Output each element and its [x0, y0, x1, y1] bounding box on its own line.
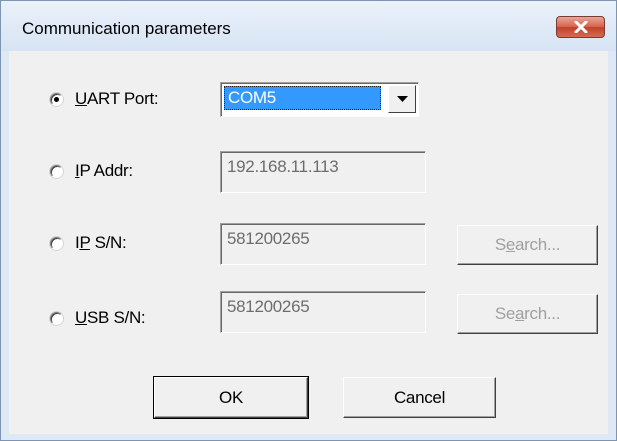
dialog-window: Communication parameters UART Port: COM5…: [0, 0, 617, 441]
label-ip-addr: IP Addr:: [75, 161, 133, 180]
uart-port-selected-value: COM5: [224, 86, 381, 110]
close-button[interactable]: [556, 16, 605, 38]
usb-sn-search-button[interactable]: Se a rch...: [457, 294, 598, 334]
radio-uart-port[interactable]: [50, 93, 63, 106]
radio-ip-sn[interactable]: [50, 237, 63, 250]
label-uart-port: UART Port:: [75, 89, 159, 108]
radio-usb-sn[interactable]: [50, 312, 63, 325]
ip-addr-field[interactable]: 192.168.11.113: [220, 151, 426, 193]
label-ip-sn: IP S/N:: [75, 233, 127, 252]
ip-sn-search-button[interactable]: Se arch...: [457, 225, 598, 265]
label-usb-sn: USB S/N:: [75, 308, 146, 327]
dialog-client-area: UART Port: COM5 IP Addr: 192.168.11.113 …: [9, 51, 608, 434]
cancel-button[interactable]: Cancel: [343, 377, 496, 418]
radio-ip-addr[interactable]: [50, 165, 63, 178]
ip-sn-field[interactable]: 581200265: [220, 223, 426, 265]
window-title: Communication parameters: [22, 19, 231, 38]
close-icon: [574, 21, 587, 33]
uart-port-combobox[interactable]: COM5: [220, 82, 419, 117]
radio-selected-dot: [54, 97, 59, 102]
ok-button[interactable]: OK: [153, 376, 309, 419]
usb-sn-field[interactable]: 581200265: [220, 291, 426, 333]
chevron-down-icon: [396, 96, 408, 102]
combobox-dropdown-button[interactable]: [388, 85, 416, 113]
title-bar[interactable]: Communication parameters: [1, 1, 616, 51]
